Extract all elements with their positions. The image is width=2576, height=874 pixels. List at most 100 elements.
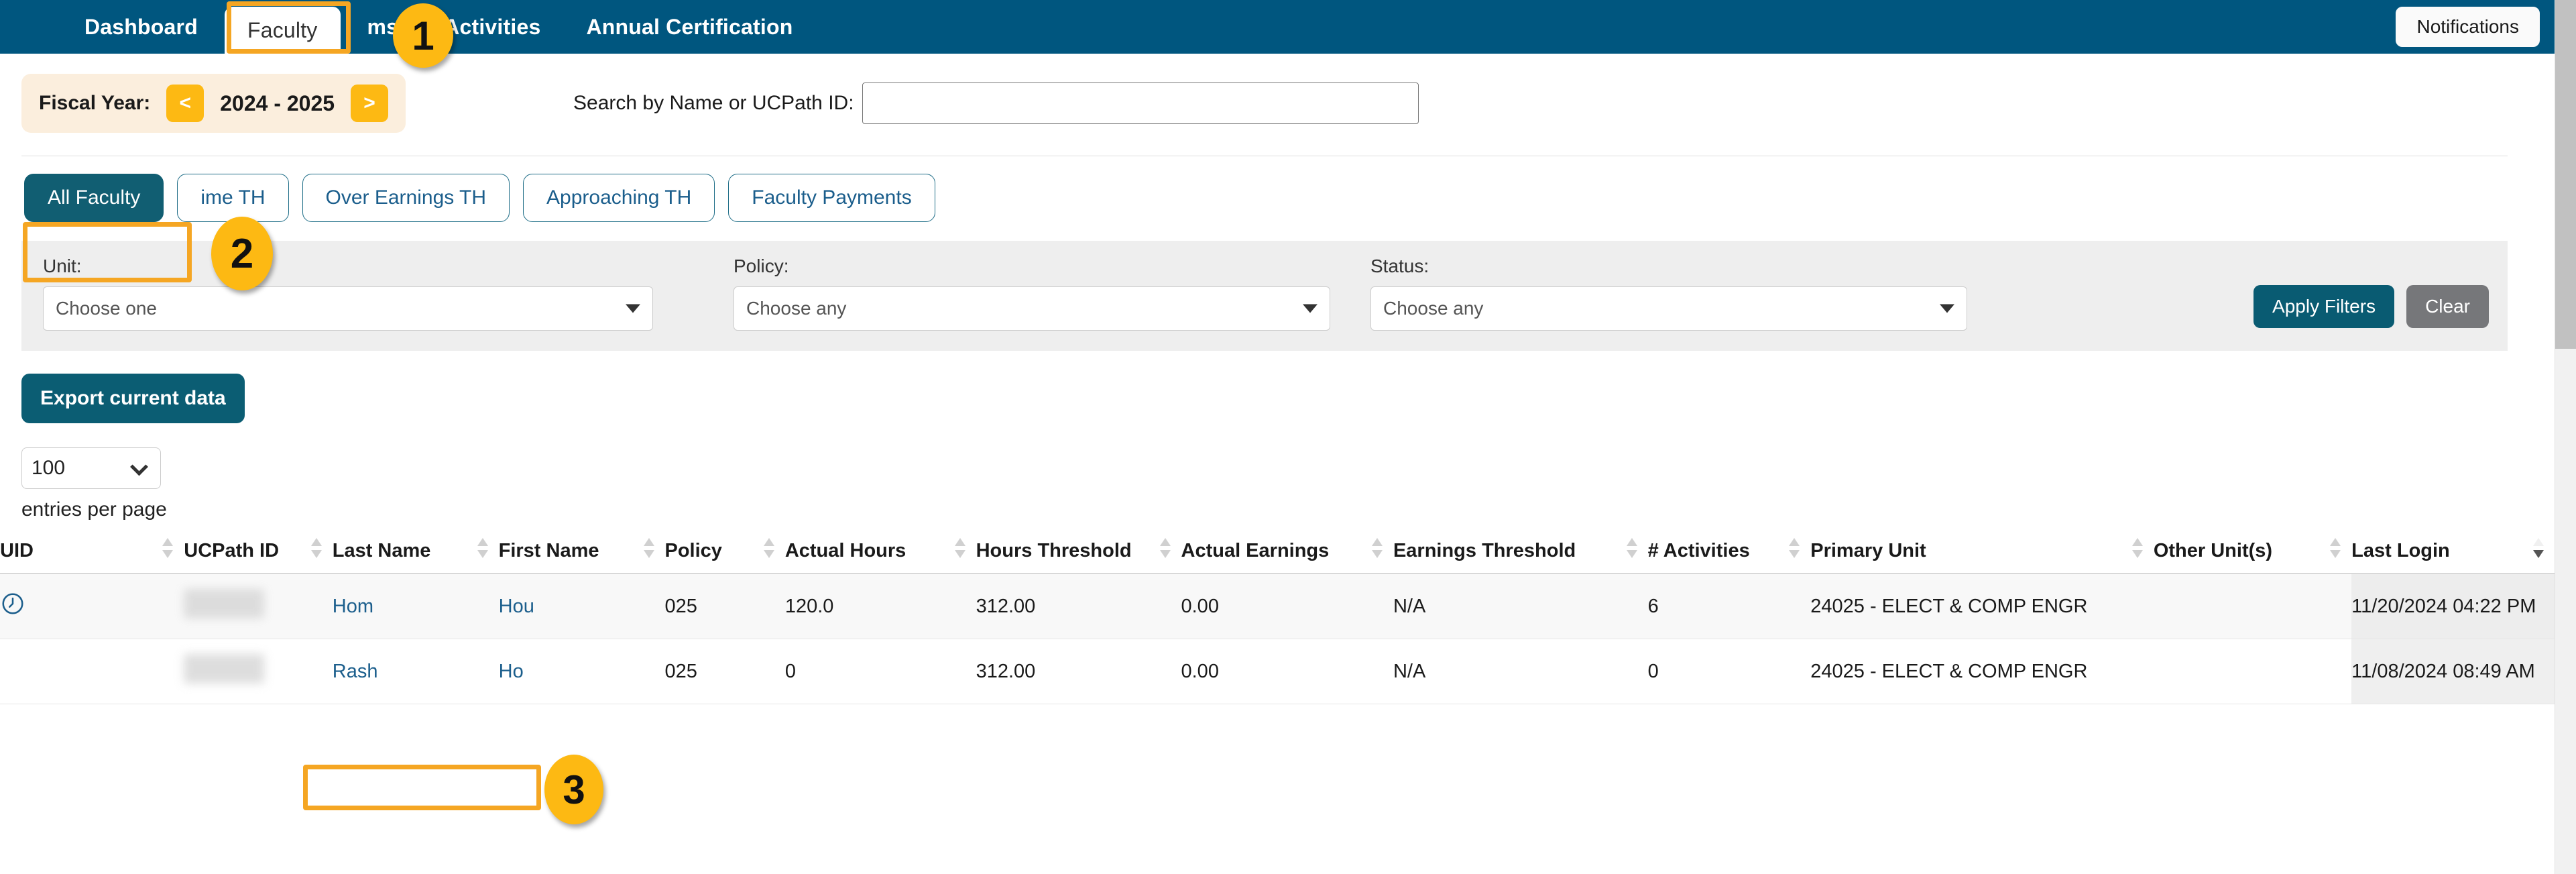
filter-actions: Apply Filters Clear	[2253, 285, 2489, 331]
sort-icon[interactable]	[763, 538, 774, 559]
filter-policy-label: Policy:	[734, 256, 789, 276]
cell-ucpath-id	[184, 573, 333, 640]
cell-other-units	[2153, 639, 2352, 705]
column-header-primary-unit[interactable]: Primary Unit	[1810, 538, 2154, 575]
top-navigation-bar: Dashboard Faculty ms Activities Annual C…	[0, 0, 2555, 54]
table-row[interactable]: Hom Hou 025 120.0 312.00 0.00 N/A 6 2402…	[0, 573, 2555, 640]
nav-item-dashboard[interactable]: Dashboard	[62, 0, 221, 54]
tab-faculty-payments[interactable]: Faculty Payments	[728, 174, 935, 222]
faculty-table-wrapper: UID UCPath ID Last Name First Name Polic…	[0, 538, 2555, 705]
nav-item-label: Dashboard	[84, 14, 198, 39]
sort-icon[interactable]	[1626, 538, 1637, 559]
sort-icon[interactable]	[310, 538, 322, 559]
cell-last-name[interactable]: Rash	[332, 639, 499, 705]
clear-filters-button[interactable]: Clear	[2406, 285, 2489, 328]
cell-first-name[interactable]: Hou	[498, 573, 665, 640]
scrollbar-thumb[interactable]	[2555, 0, 2576, 349]
apply-filters-button[interactable]: Apply Filters	[2253, 285, 2395, 328]
callout-number: 3	[563, 767, 585, 812]
export-current-data-button[interactable]: Export current data	[21, 374, 245, 423]
chevron-down-icon	[626, 304, 640, 313]
fiscal-year-label: Fiscal Year:	[39, 92, 151, 114]
cell-actual-hours: 120.0	[784, 573, 976, 640]
sort-icon[interactable]	[954, 538, 965, 559]
nav-item-faculty[interactable]: Faculty	[224, 7, 341, 54]
notifications-button[interactable]: Notifications	[2396, 7, 2540, 47]
sort-icon[interactable]	[643, 538, 654, 559]
tab-all-faculty[interactable]: All Faculty	[24, 174, 164, 222]
column-header-last-login[interactable]: Last Login	[2351, 538, 2555, 575]
column-header-hours-threshold[interactable]: Hours Threshold	[976, 538, 1181, 575]
chevron-down-icon	[130, 457, 148, 476]
column-header-policy[interactable]: Policy	[664, 538, 785, 575]
filter-unit-group: Unit: Choose one	[43, 256, 653, 331]
column-header-ucpath-id[interactable]: UCPath ID	[184, 538, 333, 575]
page-scrollbar[interactable]	[2555, 0, 2576, 874]
column-header-label: Other Unit(s)	[2153, 540, 2273, 561]
column-header-label: Primary Unit	[1810, 540, 1926, 561]
sort-icon[interactable]	[162, 538, 174, 559]
fiscal-year-and-search-row: Fiscal Year: < 2024 - 2025 > Search by N…	[0, 54, 2555, 133]
tab-over-time-th[interactable]: ime TH	[177, 174, 289, 222]
sort-icon[interactable]	[1789, 538, 1800, 559]
search-area: Search by Name or UCPath ID:	[573, 83, 1419, 124]
filter-unit-value: Choose one	[56, 298, 158, 319]
column-header-label: UCPath ID	[184, 540, 280, 561]
cell-first-name[interactable]: Ho	[498, 639, 665, 705]
table-row[interactable]: Rash Ho 025 0 312.00 0.00 N/A 0 24025 - …	[0, 639, 2555, 705]
fiscal-year-prev-button[interactable]: <	[166, 85, 204, 122]
faculty-table: UID UCPath ID Last Name First Name Polic…	[0, 538, 2555, 705]
cell-other-units	[2153, 573, 2352, 640]
sort-icon[interactable]	[1159, 538, 1171, 559]
filter-policy-select[interactable]: Choose any	[734, 286, 1330, 331]
faculty-first-name-link[interactable]: Ho	[499, 661, 524, 682]
nav-item-label: Activities	[444, 14, 541, 39]
cell-hours-threshold: 312.00	[976, 639, 1181, 705]
cell-ucpath-id	[184, 639, 333, 705]
filter-bar: Unit: Choose one Policy: Choose any Stat…	[21, 241, 2508, 351]
nav-right-area: Notifications	[2396, 0, 2555, 54]
nav-item-annual-certification[interactable]: Annual Certification	[563, 0, 815, 54]
column-header-label: Actual Hours	[784, 540, 906, 561]
cell-earnings-threshold: N/A	[1393, 639, 1648, 705]
entries-per-page-select[interactable]: 100	[21, 447, 161, 489]
cell-num-activities: 6	[1647, 573, 1811, 640]
column-header-last-name[interactable]: Last Name	[332, 538, 499, 575]
filter-status-select[interactable]: Choose any	[1370, 286, 1967, 331]
cell-policy: 025	[664, 639, 785, 705]
faculty-first-name-link[interactable]: Hou	[499, 596, 534, 617]
tab-over-earnings-th[interactable]: Over Earnings TH	[302, 174, 510, 222]
sort-icon[interactable]	[1371, 538, 1383, 559]
cell-num-activities: 0	[1647, 639, 1811, 705]
search-label: Search by Name or UCPath ID:	[573, 92, 854, 114]
column-header-num-activities[interactable]: # Activities	[1647, 538, 1811, 575]
faculty-view-tabs: All Faculty ime TH Over Earnings TH Appr…	[0, 156, 2555, 222]
column-header-uid[interactable]: UID	[0, 538, 184, 575]
column-header-label: Policy	[664, 540, 722, 561]
column-header-actual-hours[interactable]: Actual Hours	[784, 538, 976, 575]
tab-approaching-th[interactable]: Approaching TH	[523, 174, 715, 222]
sort-icon[interactable]	[477, 538, 488, 559]
fiscal-year-next-button[interactable]: >	[351, 85, 389, 122]
column-header-label: First Name	[498, 540, 599, 561]
sort-icon[interactable]	[2131, 538, 2143, 559]
nav-item-label: Annual Certification	[586, 14, 793, 39]
callout-badge-3: 3	[544, 755, 603, 824]
clock-history-icon[interactable]	[0, 591, 25, 616]
sort-icon[interactable]	[2330, 538, 2341, 559]
filter-unit-select[interactable]: Choose one	[43, 286, 653, 331]
faculty-last-name-link[interactable]: Hom	[333, 596, 373, 617]
cell-uid	[0, 639, 184, 705]
column-header-earnings-threshold[interactable]: Earnings Threshold	[1393, 538, 1648, 575]
search-input[interactable]	[862, 83, 1419, 124]
sort-icon[interactable]	[2533, 538, 2544, 559]
column-header-actual-earnings[interactable]: Actual Earnings	[1181, 538, 1393, 575]
cell-last-name[interactable]: Hom	[332, 573, 499, 640]
table-header-row: UID UCPath ID Last Name First Name Polic…	[0, 538, 2555, 575]
cell-hours-threshold: 312.00	[976, 573, 1181, 640]
column-header-first-name[interactable]: First Name	[498, 538, 665, 575]
redacted-value	[184, 654, 265, 684]
column-header-other-units[interactable]: Other Unit(s)	[2153, 538, 2352, 575]
fiscal-year-selector: Fiscal Year: < 2024 - 2025 >	[21, 74, 406, 133]
faculty-last-name-link[interactable]: Rash	[333, 661, 378, 682]
